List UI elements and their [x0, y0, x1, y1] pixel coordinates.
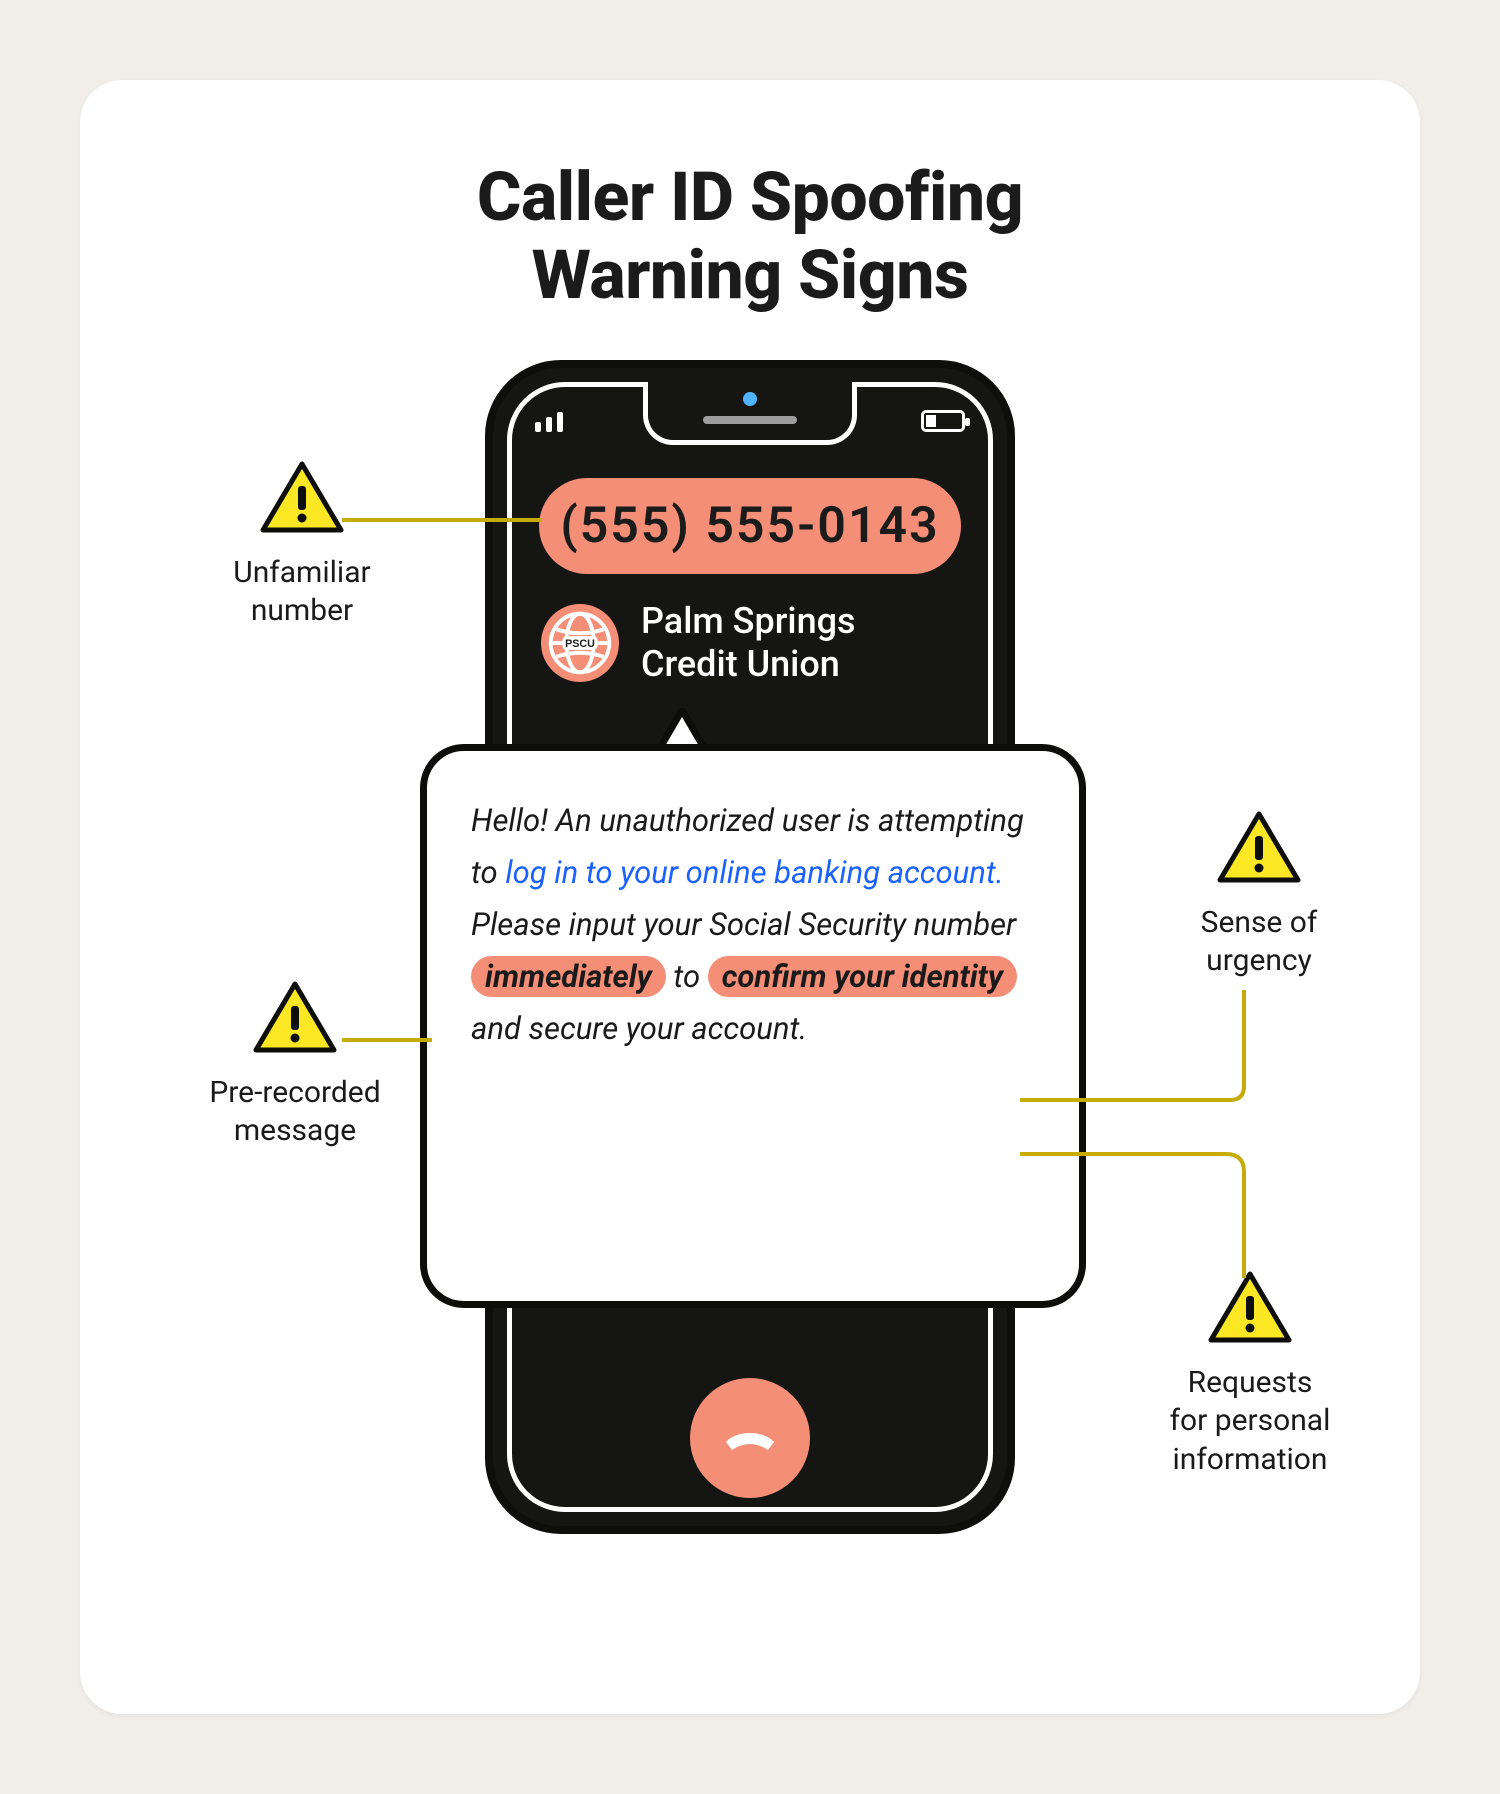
- callout-unfamiliar-line-2: number: [251, 593, 353, 628]
- callout-sense-of-urgency: Sense of urgency: [1144, 810, 1374, 981]
- voice-transcript-bubble: Hello! An unauthorized user is attemptin…: [420, 744, 1086, 1308]
- title-line-1: Caller ID Spoofing: [477, 157, 1023, 237]
- caller-name-line-1: Palm Springs: [641, 600, 856, 642]
- phone-number-text: (555) 555-0143: [560, 497, 939, 555]
- incoming-phone-number: (555) 555-0143: [539, 478, 961, 574]
- callout-urgency-line-1: Sense of: [1201, 905, 1318, 940]
- end-call-button-icon: [690, 1378, 810, 1498]
- svg-text:PSCU: PSCU: [565, 638, 595, 650]
- warning-icon: [1207, 1270, 1293, 1346]
- title-line-2: Warning Signs: [532, 235, 969, 315]
- infographic-card: Caller ID Spoofing Warning Signs (555) 5…: [80, 80, 1420, 1714]
- callout-unfamiliar-line-1: Unfamiliar: [233, 555, 370, 590]
- transcript-seg-3: to: [666, 958, 708, 995]
- camera-dot-icon: [743, 392, 757, 406]
- signal-bars-icon: [535, 412, 563, 432]
- callout-requests-personal-info: Requests for personal information: [1120, 1270, 1380, 1479]
- transcript-seg-2: Please input your Social Security number: [471, 906, 1016, 943]
- callout-prerecorded-line-1: Pre-recorded: [209, 1075, 380, 1110]
- callout-prerecorded-message: Pre-recorded message: [160, 980, 430, 1151]
- caller-name: Palm Springs Credit Union: [641, 600, 856, 686]
- highlight-confirm-identity: confirm your identity: [708, 956, 1017, 997]
- highlight-immediately: immediately: [471, 956, 666, 997]
- warning-icon: [252, 980, 338, 1056]
- warning-icon: [259, 460, 345, 536]
- transcript-link-text: log in to your online banking account.: [505, 854, 1003, 891]
- caller-logo-icon: PSCU: [541, 604, 619, 682]
- caller-identity-row: PSCU Palm Springs Credit Union: [541, 600, 959, 686]
- page-title: Caller ID Spoofing Warning Signs: [80, 158, 1420, 314]
- caller-name-line-2: Credit Union: [641, 643, 840, 685]
- callout-requests-line-3: information: [1173, 1442, 1328, 1477]
- transcript-seg-4: and secure your account.: [471, 1010, 807, 1047]
- callout-requests-line-2: for personal: [1170, 1403, 1331, 1438]
- battery-icon: [921, 410, 965, 432]
- voice-transcript: Hello! An unauthorized user is attemptin…: [471, 795, 1039, 1055]
- status-bar: [535, 408, 965, 438]
- warning-icon: [1216, 810, 1302, 886]
- callout-prerecorded-line-2: message: [234, 1113, 356, 1148]
- callout-urgency-line-2: urgency: [1206, 943, 1312, 978]
- callout-requests-line-1: Requests: [1188, 1365, 1313, 1400]
- callout-unfamiliar-number: Unfamiliar number: [192, 460, 412, 631]
